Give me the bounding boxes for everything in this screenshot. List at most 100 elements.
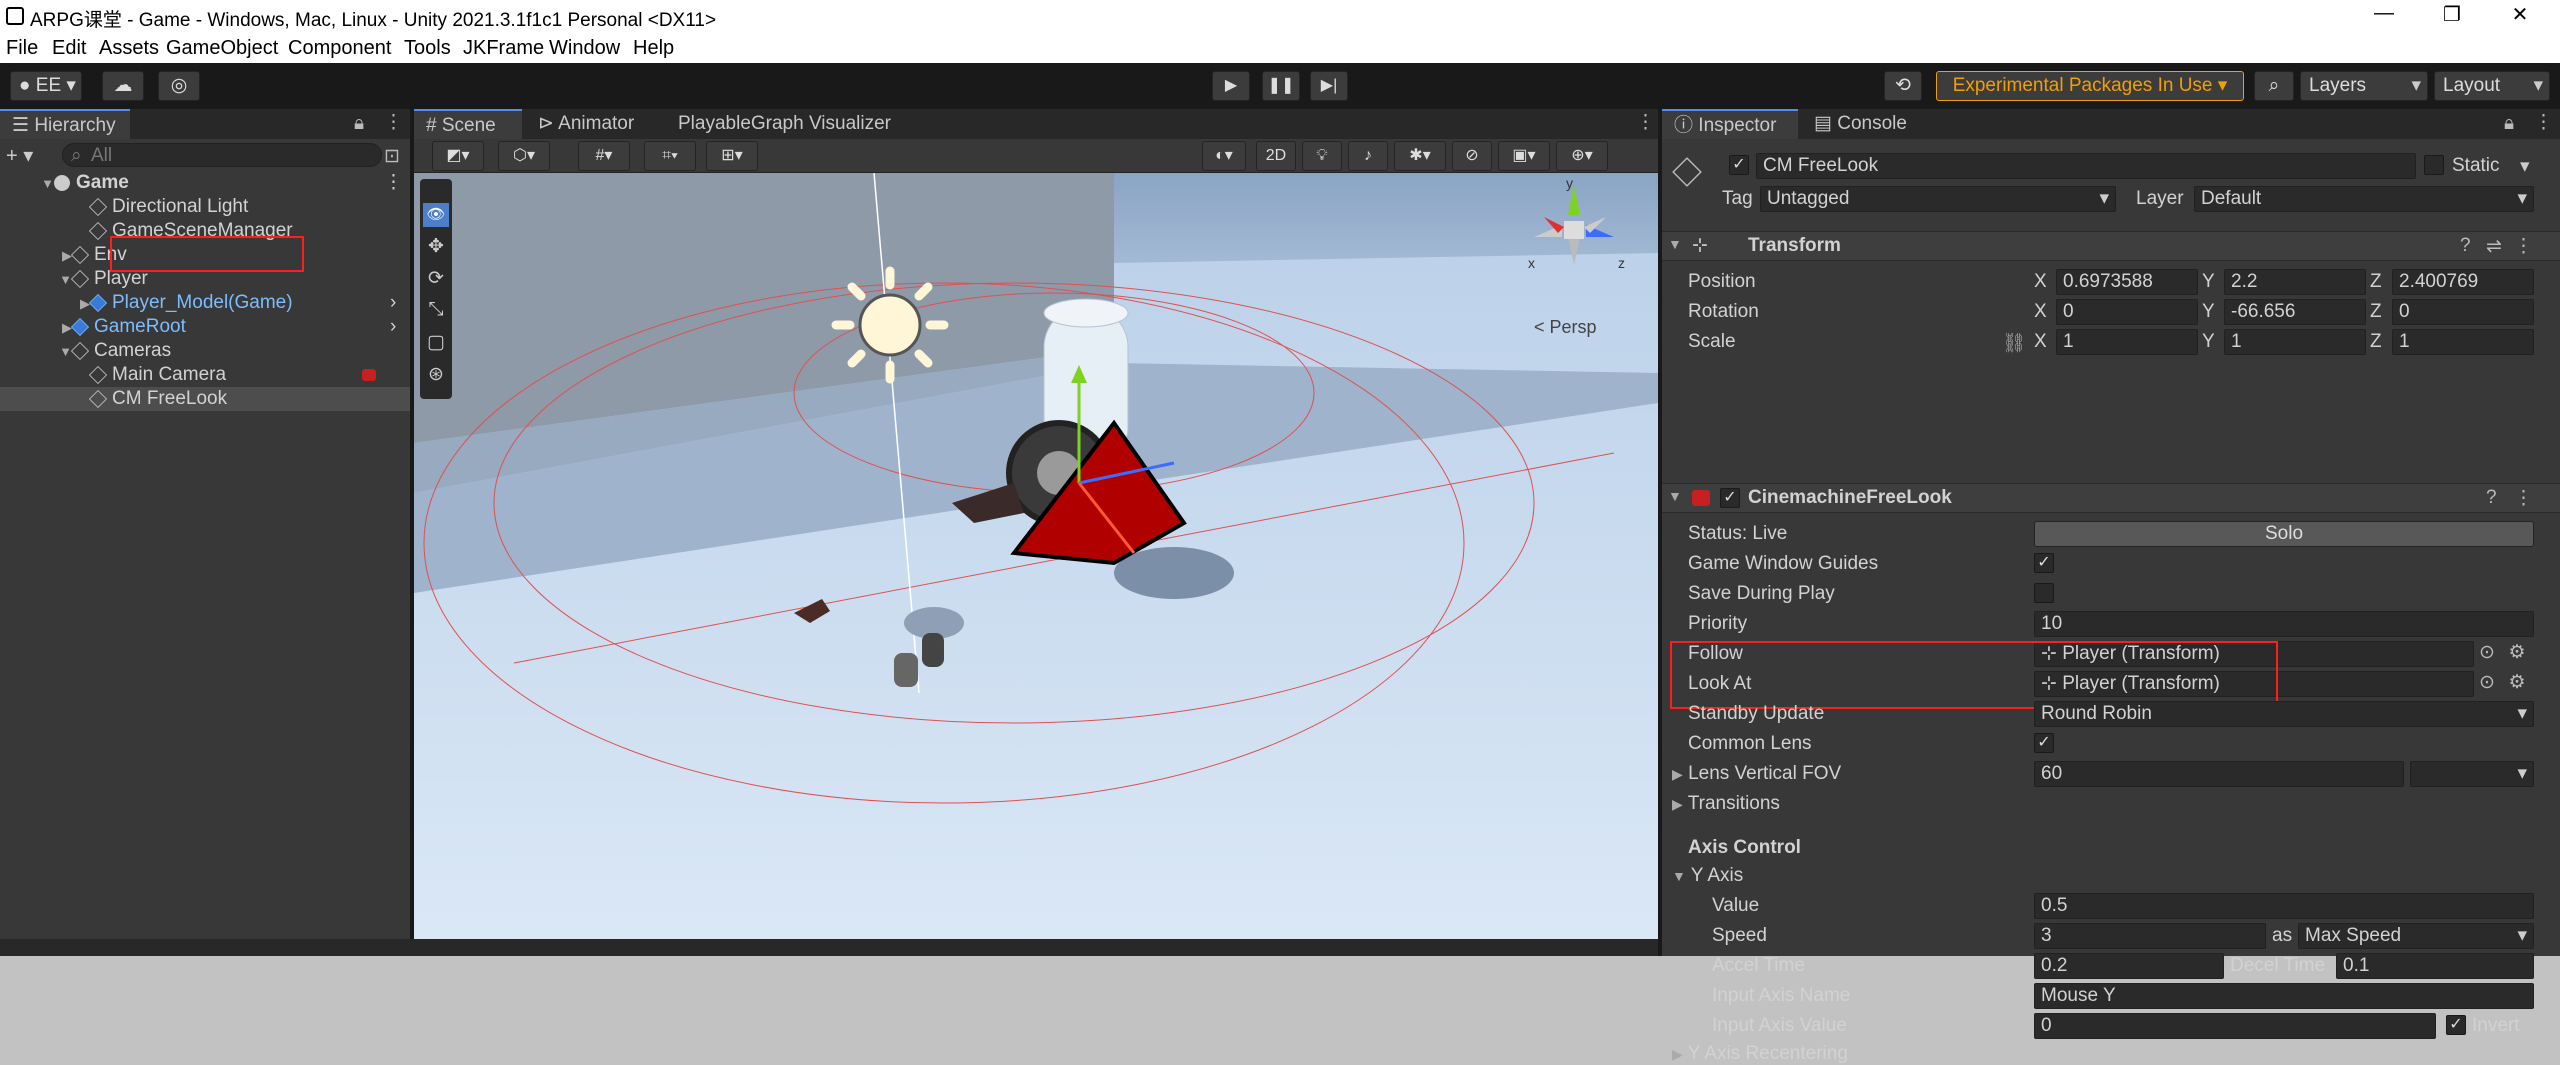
audio-icon[interactable]: ♪ bbox=[1348, 141, 1388, 171]
save-during-play-checkbox[interactable] bbox=[2034, 583, 2054, 603]
menu-file[interactable]: File bbox=[6, 37, 38, 60]
gear-icon[interactable]: ⚙ bbox=[2504, 671, 2530, 697]
accel-time-field[interactable]: 0.2 bbox=[2034, 953, 2224, 979]
add-icon[interactable]: + ▾ bbox=[6, 143, 33, 168]
fov-preset-dropdown[interactable] bbox=[2410, 761, 2534, 787]
collab-icon[interactable]: ◎ bbox=[158, 71, 200, 101]
menu-tools[interactable]: Tools bbox=[404, 37, 451, 60]
scale-z-field[interactable]: 1 bbox=[2392, 329, 2534, 355]
more-menu-icon[interactable]: ⋮ bbox=[384, 111, 403, 134]
cloud-icon[interactable]: ☁ bbox=[102, 71, 144, 101]
render-mode-icon[interactable]: ◐▾ bbox=[1202, 141, 1246, 171]
tab-animator[interactable]: ⊳ Animator bbox=[526, 109, 646, 139]
close-button[interactable]: ✕ bbox=[2500, 2, 2540, 27]
expand-arrow-icon[interactable]: ▶ bbox=[76, 292, 90, 316]
open-prefab-icon[interactable]: › bbox=[390, 291, 396, 315]
orientation-gizmo[interactable]: x y z bbox=[1514, 175, 1644, 285]
help-icon[interactable]: ? bbox=[2460, 235, 2471, 257]
scale-z-label[interactable]: Z bbox=[2370, 331, 2382, 353]
position-z-label[interactable]: Z bbox=[2370, 271, 2382, 293]
rotation-x-label[interactable]: X bbox=[2034, 301, 2047, 323]
value-field[interactable]: 0.5 bbox=[2034, 893, 2534, 919]
account-button[interactable]: ● EE ▾ bbox=[10, 71, 82, 101]
expand-arrow-icon[interactable]: ▼ bbox=[58, 340, 72, 364]
rotation-x-field[interactable]: 0 bbox=[2056, 299, 2198, 325]
static-checkbox[interactable] bbox=[2424, 155, 2444, 175]
restore-button[interactable]: ❐ bbox=[2432, 2, 2472, 27]
position-y-label[interactable]: Y bbox=[2202, 271, 2215, 293]
active-checkbox[interactable]: ✓ bbox=[1729, 155, 1749, 175]
tab-console[interactable]: ▤ Console bbox=[1802, 109, 1919, 139]
tag-dropdown[interactable]: Untagged bbox=[1760, 186, 2116, 212]
rotation-z-field[interactable]: 0 bbox=[2392, 299, 2534, 325]
scale-y-label[interactable]: Y bbox=[2202, 331, 2215, 353]
scale-x-label[interactable]: X bbox=[2034, 331, 2047, 353]
snap-increment-icon[interactable]: ⌗▾ bbox=[644, 141, 696, 171]
hierarchy-row[interactable]: ▶ GameRoot › bbox=[0, 315, 410, 339]
expand-arrow-icon[interactable]: ▼ bbox=[58, 268, 72, 292]
menu-component[interactable]: Component bbox=[288, 37, 391, 60]
transform-tool-icon[interactable]: ⊛ bbox=[423, 363, 449, 387]
fov-label[interactable]: ▶ Lens Vertical FOV bbox=[1672, 763, 1841, 785]
play-button[interactable]: ▶ bbox=[1212, 71, 1250, 101]
rect-tool-icon[interactable]: ▢ bbox=[423, 331, 449, 355]
menu-help[interactable]: Help bbox=[633, 37, 674, 60]
scale-x-field[interactable]: 1 bbox=[2056, 329, 2198, 355]
hierarchy-search-input[interactable]: ⌕ All bbox=[62, 143, 382, 167]
position-x-field[interactable]: 0.6973588 bbox=[2056, 269, 2198, 295]
speed-mode-dropdown[interactable]: Max Speed bbox=[2298, 923, 2534, 949]
guides-checkbox[interactable]: ✓ bbox=[2034, 553, 2054, 573]
presets-icon[interactable]: ⇌ bbox=[2486, 235, 2502, 258]
fov-field[interactable]: 60 bbox=[2034, 761, 2404, 787]
common-lens-checkbox[interactable]: ✓ bbox=[2034, 733, 2054, 753]
transitions-foldout[interactable]: ▶ Transitions bbox=[1672, 793, 1780, 815]
menu-edit[interactable]: Edit bbox=[52, 37, 86, 60]
solo-button[interactable]: Solo bbox=[2034, 521, 2534, 547]
toggle-2d-button[interactable]: 2D bbox=[1256, 141, 1296, 171]
history-icon[interactable]: ⟲ bbox=[1884, 71, 1922, 101]
open-prefab-icon[interactable]: › bbox=[390, 315, 396, 339]
rotation-y-label[interactable]: Y bbox=[2202, 301, 2215, 323]
object-picker-icon[interactable]: ⊙ bbox=[2474, 641, 2500, 667]
tab-inspector[interactable]: ⓘ Inspector bbox=[1662, 109, 1798, 139]
minimize-button[interactable]: — bbox=[2364, 2, 2404, 25]
tab-hierarchy[interactable]: ☰ Hierarchy bbox=[0, 109, 130, 139]
shading-cube-icon[interactable]: ⬡▾ bbox=[498, 141, 550, 171]
y-axis-recentering-foldout[interactable]: ▶ Y Axis Recentering bbox=[1672, 1043, 1848, 1065]
position-x-label[interactable]: X bbox=[2034, 271, 2047, 293]
hierarchy-row[interactable]: ▼ Game ⋮ bbox=[0, 171, 410, 195]
rotate-tool-icon[interactable]: ⟳ bbox=[423, 267, 449, 291]
menu-gameobject[interactable]: GameObject bbox=[166, 37, 278, 60]
menu-assets[interactable]: Assets bbox=[99, 37, 159, 60]
expand-arrow-icon[interactable]: ▶ bbox=[58, 244, 72, 268]
component-menu-icon[interactable]: ⋮ bbox=[2514, 487, 2533, 510]
priority-field[interactable]: 10 bbox=[2034, 611, 2534, 637]
camera-icon[interactable]: ▣▾ bbox=[1498, 141, 1550, 171]
scale-tool-icon[interactable]: ⤡ bbox=[423, 299, 449, 323]
draw-mode-icon[interactable]: ◩▾ bbox=[432, 141, 484, 171]
tab-playablegraph[interactable]: PlayableGraph Visualizer bbox=[666, 109, 903, 139]
search-icon[interactable]: ⌕ bbox=[2254, 71, 2294, 101]
tab-scene[interactable]: # Scene bbox=[414, 109, 522, 139]
scene-viewport[interactable]: 👁︎ ✥ ⟳ ⤡ ▢ ⊛ x y z < Persp bbox=[414, 173, 1658, 956]
menu-jkframe[interactable]: JKFrame bbox=[463, 37, 544, 60]
gear-icon[interactable]: ⚙ bbox=[2504, 641, 2530, 667]
hidden-objects-icon[interactable]: ⊘ bbox=[1452, 141, 1492, 171]
perspective-label[interactable]: < Persp bbox=[1534, 317, 1597, 338]
grid-snap-icon[interactable]: #▾ bbox=[578, 141, 630, 171]
freelook-header[interactable]: ▼ ✓ CinemachineFreeLook ? ⋮ bbox=[1662, 483, 2560, 513]
layers-dropdown[interactable]: Layers bbox=[2300, 71, 2428, 101]
scene-menu-icon[interactable]: ⋮ bbox=[384, 171, 403, 195]
standby-dropdown[interactable]: Round Robin bbox=[2034, 701, 2534, 727]
transform-header[interactable]: ▼ ⊹ Transform ? ⇌ ⋮ bbox=[1662, 231, 2560, 261]
input-axis-value-field[interactable]: 0 bbox=[2034, 1013, 2436, 1039]
hierarchy-row[interactable]: ▶ Player_Model(Game) › bbox=[0, 291, 410, 315]
search-options-icon[interactable]: ⊡ bbox=[384, 145, 400, 168]
object-name-input[interactable]: CM FreeLook bbox=[1756, 153, 2416, 179]
speed-field[interactable]: 3 bbox=[2034, 923, 2266, 949]
hierarchy-row[interactable]: Main Camera bbox=[0, 363, 410, 387]
step-button[interactable]: ▶| bbox=[1310, 71, 1348, 101]
rotation-y-field[interactable]: -66.656 bbox=[2224, 299, 2366, 325]
grid-visibility-icon[interactable]: ⊞▾ bbox=[706, 141, 758, 171]
move-tool-icon[interactable]: ✥ bbox=[423, 235, 449, 259]
